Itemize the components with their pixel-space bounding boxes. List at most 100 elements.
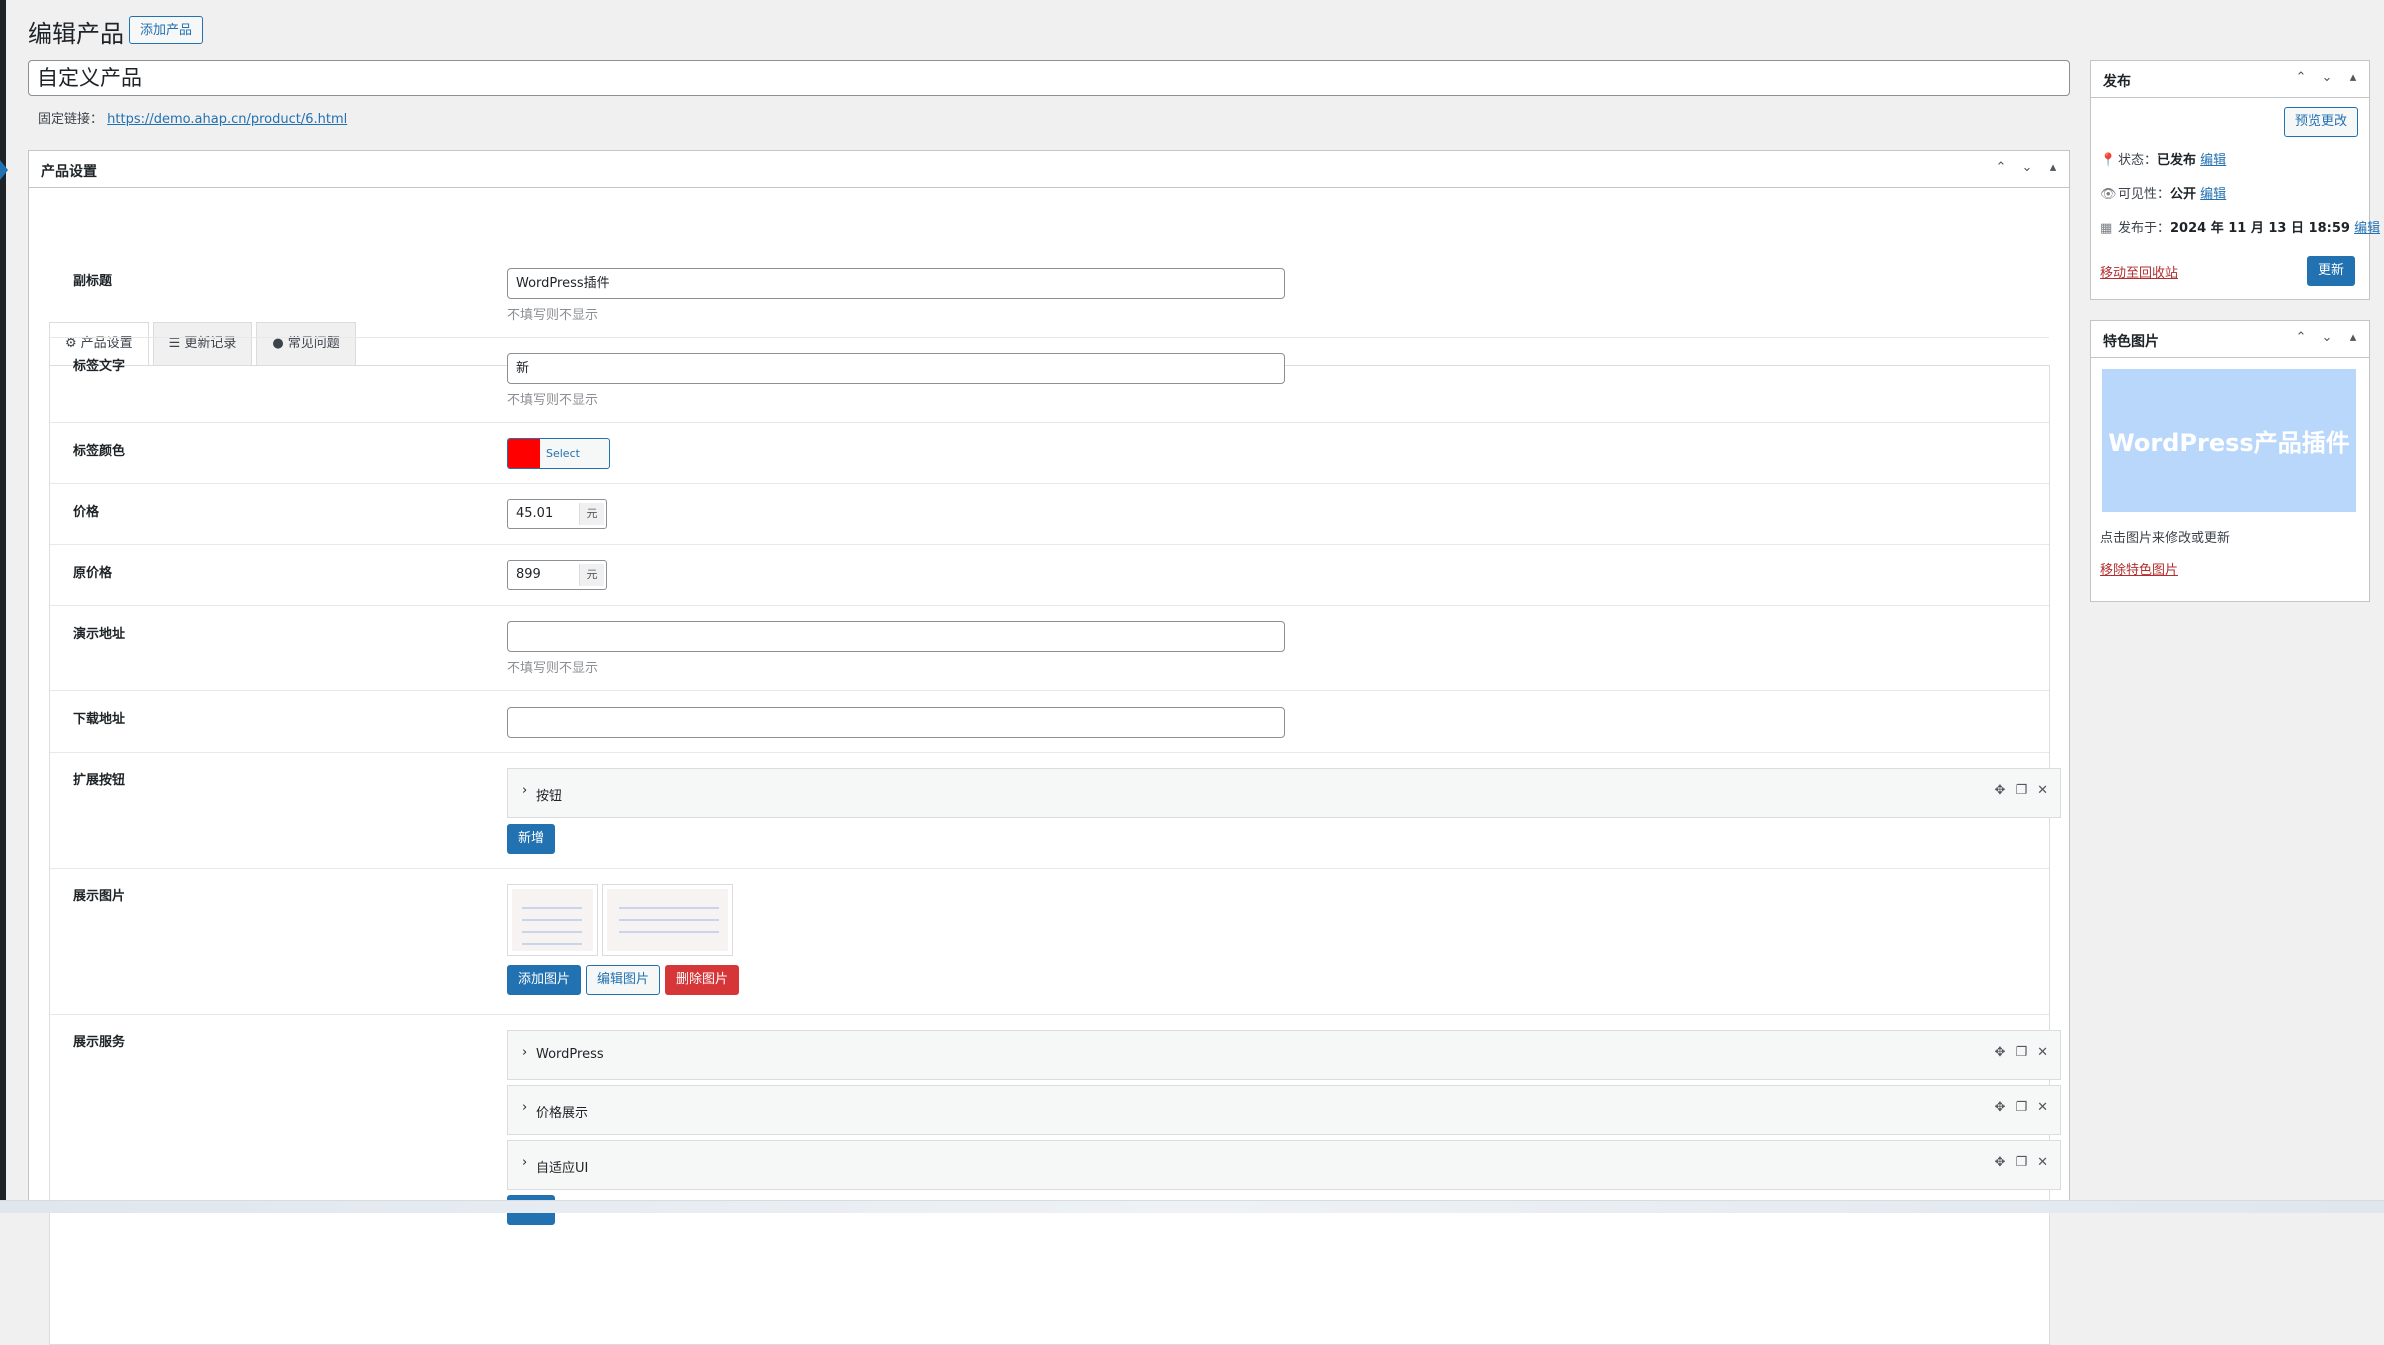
tab-faq[interactable]: ● 常见问题 [256, 322, 356, 365]
product-settings-title: 产品设置 [41, 164, 97, 180]
ext-buttons-label: 扩展按钮 [73, 773, 126, 788]
published-value: 2024 年 11 月 13 日 18:59 [2170, 221, 2350, 236]
add-image-button[interactable]: 添加图片 [507, 965, 582, 995]
delete-images-button[interactable]: 删除图片 [665, 965, 740, 995]
chevron-right-icon: › [522, 1155, 528, 1170]
status-value: 已发布 [2157, 153, 2197, 168]
eye-icon: 👁 [2100, 187, 2117, 202]
divider [50, 337, 2049, 338]
divider [50, 544, 2049, 545]
duplicate-icon[interactable]: ❐ [2015, 1155, 2027, 1170]
featured-image-header: 特色图片 ⌃ ⌄ ▴ [2091, 321, 2369, 358]
preview-changes-button[interactable]: 预览更改 [2284, 107, 2359, 137]
divider [50, 1014, 2049, 1015]
download-url-input[interactable] [507, 707, 1285, 738]
toggle-panel-icon[interactable]: ▴ [2343, 328, 2363, 348]
drag-icon[interactable]: ✥ [1995, 1100, 2006, 1115]
demo-url-input[interactable] [507, 621, 1285, 652]
repeater-item[interactable]: › 自适应UI ✥ ❐ ✕ [507, 1140, 2061, 1190]
repeater-actions: ✥ ❐ ✕ [1995, 1155, 2048, 1170]
tab-label: 产品设置 [80, 336, 133, 351]
update-button[interactable]: 更新 [2307, 256, 2356, 286]
gear-icon: ⚙ [65, 336, 77, 351]
drag-icon[interactable]: ✥ [1995, 1155, 2006, 1170]
calendar-icon: ▦ [2100, 221, 2113, 236]
gallery-label: 展示图片 [73, 889, 126, 904]
close-icon[interactable]: ✕ [2037, 1045, 2048, 1060]
move-up-icon[interactable]: ⌃ [2291, 68, 2311, 88]
close-icon[interactable]: ✕ [2037, 1155, 2048, 1170]
gallery-thumbnail[interactable] [507, 884, 598, 956]
repeater-item[interactable]: › 价格展示 ✥ ❐ ✕ [507, 1085, 2061, 1135]
status-label: 状态： [2118, 153, 2158, 168]
featured-image-title: 特色图片 [2103, 334, 2159, 350]
price-label: 价格 [73, 505, 100, 520]
repeater-item-title: WordPress [536, 1047, 604, 1062]
original-price-input[interactable]: 899 元 [507, 560, 607, 590]
remove-featured-wrap: 移除特色图片 [2100, 559, 2178, 578]
toggle-panel-icon[interactable]: ▴ [2343, 68, 2363, 88]
repeater-actions: ✥ ❐ ✕ [1995, 1045, 2048, 1060]
move-up-icon[interactable]: ⌃ [1991, 158, 2011, 178]
color-picker-button[interactable]: Select Color [507, 438, 610, 469]
subtitle-input[interactable]: WordPress插件 [507, 268, 1285, 299]
post-title-input[interactable]: 自定义产品 [28, 60, 2070, 96]
close-icon[interactable]: ✕ [2037, 783, 2048, 798]
permalink: 固定链接： https://demo.ahap.cn/product/6.htm… [38, 108, 347, 127]
subtitle-label: 副标题 [73, 274, 113, 289]
divider [50, 605, 2049, 606]
repeater-item[interactable]: › WordPress ✥ ❐ ✕ [507, 1030, 2061, 1080]
gallery-thumbnail[interactable] [602, 884, 733, 956]
move-down-icon[interactable]: ⌄ [2317, 328, 2337, 348]
thumbnail-image [512, 889, 593, 951]
services-label: 展示服务 [73, 1035, 126, 1050]
edit-status-link[interactable]: 编辑 [2200, 153, 2226, 168]
move-down-icon[interactable]: ⌄ [2317, 68, 2337, 88]
repeater-actions: ✥ ❐ ✕ [1995, 783, 2048, 798]
edit-date-link[interactable]: 编辑 [2354, 221, 2380, 236]
original-price-value: 899 [516, 567, 541, 582]
visibility-value: 公开 [2170, 187, 2197, 202]
tab-label: 更新记录 [184, 336, 237, 351]
divider [50, 868, 2049, 869]
publish-header: 发布 ⌃ ⌄ ▴ [2091, 61, 2369, 98]
product-settings-box: 产品设置 ⌃ ⌄ ▴ ⚙ 产品设置 ☰ 更新记录 ● 常见问题 副标题 WordPre… [28, 150, 2070, 1345]
demo-url-hint: 不填写则不显示 [507, 661, 599, 676]
move-down-icon[interactable]: ⌄ [2017, 158, 2037, 178]
status-row: 📍 状态：已发布 编辑 [2100, 149, 2226, 168]
featured-image-hint: 点击图片来修改或更新 [2100, 531, 2231, 546]
repeater-actions: ✥ ❐ ✕ [1995, 1100, 2048, 1115]
published-label: 发布于： [2118, 221, 2171, 236]
visibility-label: 可见性： [2118, 187, 2171, 202]
edit-visibility-link[interactable]: 编辑 [2200, 187, 2226, 202]
permalink-link[interactable]: https://demo.ahap.cn/product/6.html [107, 112, 347, 127]
move-up-icon[interactable]: ⌃ [2291, 328, 2311, 348]
edit-images-button[interactable]: 编辑图片 [586, 965, 661, 995]
tab-changelog[interactable]: ☰ 更新记录 [152, 322, 253, 365]
divider [50, 752, 2049, 753]
drag-icon[interactable]: ✥ [1995, 783, 2006, 798]
duplicate-icon[interactable]: ❐ [2015, 783, 2027, 798]
tag-text-input[interactable]: 新 [507, 353, 1285, 384]
close-icon[interactable]: ✕ [2037, 1100, 2048, 1115]
add-product-button[interactable]: 添加产品 [129, 16, 204, 44]
drag-icon[interactable]: ✥ [1995, 1045, 2006, 1060]
box-handle-actions: ⌃ ⌄ ▴ [1991, 158, 2063, 178]
pin-icon: 📍 [2100, 153, 2117, 168]
divider [50, 483, 2049, 484]
repeater-item[interactable]: › 按钮 ✥ ❐ ✕ [507, 768, 2061, 818]
color-picker-label: Select Color [546, 447, 580, 460]
featured-image-text: WordPress产品插件 [2108, 429, 2350, 457]
repeater-item-title: 自适应UI [536, 1161, 589, 1176]
duplicate-icon[interactable]: ❐ [2015, 1045, 2027, 1060]
current-menu-indicator [0, 160, 8, 180]
thumbnail-image [607, 889, 728, 951]
duplicate-icon[interactable]: ❐ [2015, 1100, 2027, 1115]
move-to-trash-link[interactable]: 移动至回收站 [2100, 262, 2178, 281]
permalink-label: 固定链接： [38, 112, 104, 127]
featured-image[interactable]: WordPress产品插件 [2102, 369, 2356, 512]
price-input[interactable]: 45.01 元 [507, 499, 607, 529]
remove-featured-image-link[interactable]: 移除特色图片 [2100, 563, 2178, 578]
add-button[interactable]: 新增 [507, 824, 556, 854]
toggle-panel-icon[interactable]: ▴ [2043, 158, 2063, 178]
